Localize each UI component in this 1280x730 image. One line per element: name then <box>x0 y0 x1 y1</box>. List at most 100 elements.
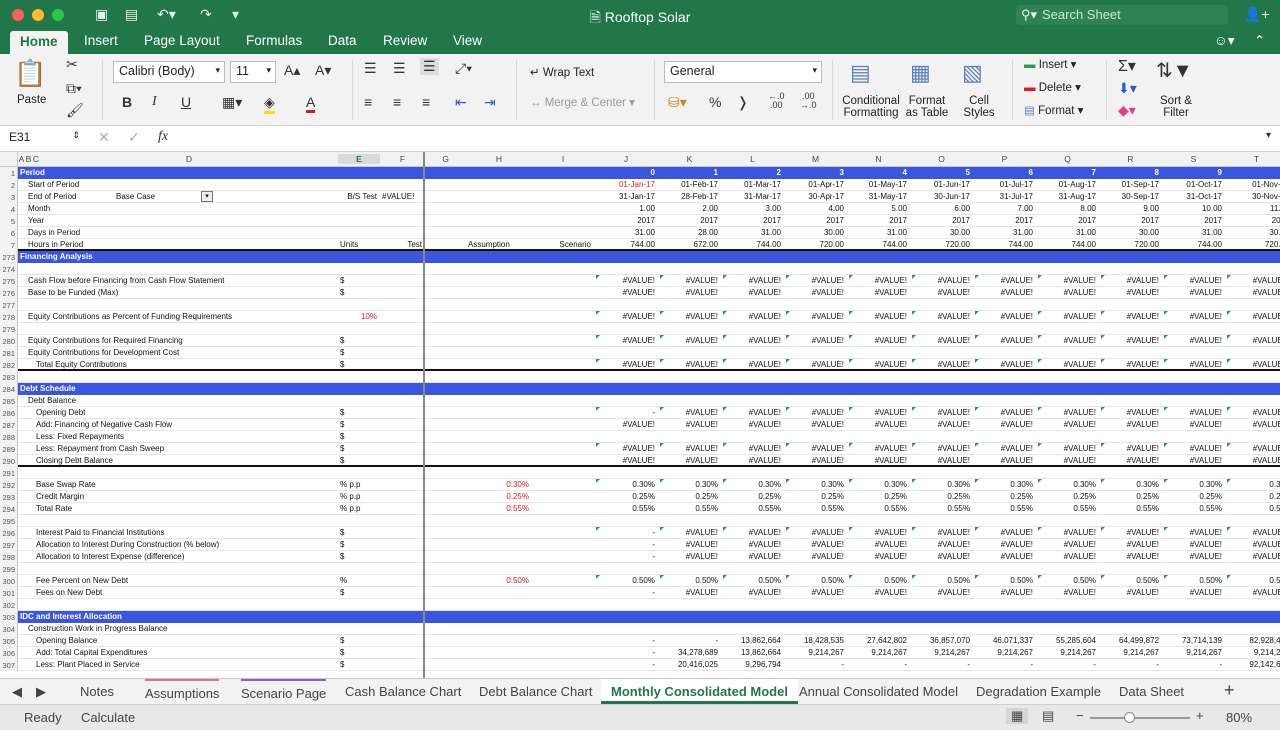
period-value-cell[interactable]: 201 <box>1225 216 1280 226</box>
format-painter-icon[interactable]: 🖌 <box>66 102 84 119</box>
period-value-cell[interactable]: 31.00 <box>1162 228 1222 238</box>
period-value-cell[interactable]: 82,928,40 <box>1225 636 1280 646</box>
period-value-cell[interactable]: #VALUE! <box>594 444 655 454</box>
unit-cell[interactable]: $ <box>340 348 377 358</box>
period-value-cell[interactable]: #VALUE! <box>1162 552 1222 562</box>
period-value-cell[interactable]: #VALUE! <box>973 456 1033 466</box>
row-number[interactable]: 5 <box>0 215 18 227</box>
row-number[interactable]: 287 <box>0 419 18 431</box>
period-value-cell[interactable]: - <box>594 540 655 550</box>
period-value-cell[interactable]: 20,416,025 <box>658 660 718 670</box>
insert-function-button[interactable]: fx <box>158 129 168 145</box>
period-value-cell[interactable]: #VALUE! <box>847 336 907 346</box>
period-value-cell[interactable]: #VALUE! <box>847 540 907 550</box>
period-value-cell[interactable]: 31-Jan-17 <box>594 192 655 202</box>
period-value-cell[interactable]: #VALUE! <box>658 588 718 598</box>
period-value-cell[interactable]: 9 <box>1162 168 1222 178</box>
period-value-cell[interactable]: 9.00 <box>1099 204 1159 214</box>
period-value-cell[interactable]: 0.30 <box>1225 480 1280 490</box>
cell-styles-button[interactable]: Cell Styles <box>958 95 1000 119</box>
period-value-cell[interactable]: - <box>1036 660 1096 670</box>
period-value-cell[interactable]: #VALUE! <box>658 552 718 562</box>
column-header[interactable]: S <box>1162 154 1225 164</box>
period-value-cell[interactable]: #VALUE! <box>1162 456 1222 466</box>
assumption-value-cell[interactable]: 0.30% <box>466 480 529 490</box>
period-value-cell[interactable]: 5 <box>910 168 970 178</box>
period-value-cell[interactable]: 3 <box>784 168 844 178</box>
row-number[interactable]: 296 <box>0 527 18 539</box>
period-value-cell[interactable]: 744.00 <box>1162 240 1222 250</box>
period-value-cell[interactable]: #VALUE! <box>1036 456 1096 466</box>
period-value-cell[interactable]: #VALUE! <box>973 360 1033 370</box>
row-number[interactable]: 282 <box>0 359 18 371</box>
page-layout-view-icon[interactable]: ▤ <box>1042 708 1054 724</box>
column-header[interactable]: C <box>32 154 40 164</box>
period-value-cell[interactable]: 01-Jan-17 <box>594 180 655 190</box>
period-value-cell[interactable]: #VALUE! <box>1036 444 1096 454</box>
period-value-cell[interactable]: #VALUE! <box>658 336 718 346</box>
row-number[interactable]: 292 <box>0 479 18 491</box>
row-number[interactable]: 286 <box>0 407 18 419</box>
row-number[interactable]: 290 <box>0 455 18 467</box>
row-number[interactable]: 305 <box>0 635 18 647</box>
period-value-cell[interactable]: 0.25% <box>594 492 655 502</box>
align-middle-icon[interactable]: ☰ <box>393 60 406 77</box>
period-value-cell[interactable]: 0.25% <box>973 492 1033 502</box>
sheet-tab-debt-balance-chart[interactable]: Debt Balance Chart <box>479 684 592 699</box>
period-value-cell[interactable]: #VALUE! <box>1225 288 1280 298</box>
period-value-cell[interactable]: #VALUE! <box>784 336 844 346</box>
period-value-cell[interactable]: 2017 <box>1099 216 1159 226</box>
font-color-icon[interactable]: A <box>306 94 316 113</box>
period-value-cell[interactable]: 31.00 <box>594 228 655 238</box>
period-value-cell[interactable]: 2.00 <box>658 204 718 214</box>
period-value-cell[interactable]: #VALUE! <box>784 552 844 562</box>
period-value-cell[interactable]: 1 <box>658 168 718 178</box>
period-value-cell[interactable]: 01-Mar-17 <box>721 180 781 190</box>
align-center-icon[interactable]: ≡ <box>393 94 401 110</box>
period-value-cell[interactable]: #VALUE! <box>973 408 1033 418</box>
column-header[interactable]: L <box>721 154 784 164</box>
period-value-cell[interactable]: #VALUE! <box>1099 336 1159 346</box>
decrease-indent-icon[interactable]: ⇤ <box>455 94 467 111</box>
row-number[interactable]: 295 <box>0 515 18 527</box>
period-value-cell[interactable]: #VALUE! <box>910 456 970 466</box>
column-header[interactable]: E <box>338 154 380 164</box>
align-right-icon[interactable]: ≡ <box>422 94 430 110</box>
period-value-cell[interactable]: #VALUE! <box>1036 540 1096 550</box>
wrap-text-button[interactable]: ↵ Wrap Text <box>530 65 594 79</box>
period-value-cell[interactable]: #VALUE! <box>1162 312 1222 322</box>
period-value-cell[interactable]: #VALUE! <box>973 420 1033 430</box>
spreadsheet-grid[interactable]: 1Period012345678912Start of Period01-Jan… <box>0 167 1280 678</box>
period-value-cell[interactable]: #VALUE! <box>847 312 907 322</box>
test-cell[interactable]: Test <box>382 240 422 250</box>
unit-cell[interactable]: $ <box>340 288 377 298</box>
period-value-cell[interactable]: #VALUE! <box>1099 540 1159 550</box>
row-number[interactable]: 294 <box>0 503 18 515</box>
period-value-cell[interactable]: #VALUE! <box>1099 588 1159 598</box>
column-header[interactable]: T <box>1225 154 1280 164</box>
assumption-value-cell[interactable]: 0.25% <box>466 492 529 502</box>
period-value-cell[interactable]: #VALUE! <box>910 408 970 418</box>
period-value-cell[interactable]: 8.00 <box>1036 204 1096 214</box>
period-value-cell[interactable]: #VALUE! <box>1099 360 1159 370</box>
row-number[interactable]: 277 <box>0 299 18 311</box>
sort-filter-button[interactable]: Sort & Filter <box>1156 95 1196 119</box>
period-value-cell[interactable]: #VALUE! <box>910 528 970 538</box>
period-value-cell[interactable]: 0.50% <box>847 576 907 586</box>
period-value-cell[interactable]: #VALUE! <box>1036 588 1096 598</box>
period-value-cell[interactable]: #VALUE! <box>784 420 844 430</box>
period-value-cell[interactable]: #VALUE! <box>1099 456 1159 466</box>
period-value-cell[interactable]: #VALUE! <box>1162 408 1222 418</box>
period-value-cell[interactable]: 36,857,070 <box>910 636 970 646</box>
period-value-cell[interactable]: #VALUE! <box>658 360 718 370</box>
period-value-cell[interactable]: #VALUE! <box>594 312 655 322</box>
period-value-cell[interactable]: #VALUE! <box>1099 528 1159 538</box>
period-value-cell[interactable]: 0.30% <box>1036 480 1096 490</box>
align-bottom-icon[interactable]: ☰ <box>420 58 439 75</box>
period-value-cell[interactable]: #VALUE! <box>658 408 718 418</box>
period-value-cell[interactable]: 0.30% <box>973 480 1033 490</box>
sheet-tab-scenario-page[interactable]: Scenario Page <box>241 679 327 701</box>
period-value-cell[interactable]: 2017 <box>1162 216 1222 226</box>
merge-center-button[interactable]: ↔ Merge & Center ▾ <box>530 95 635 109</box>
unit-cell[interactable]: $ <box>340 540 377 550</box>
